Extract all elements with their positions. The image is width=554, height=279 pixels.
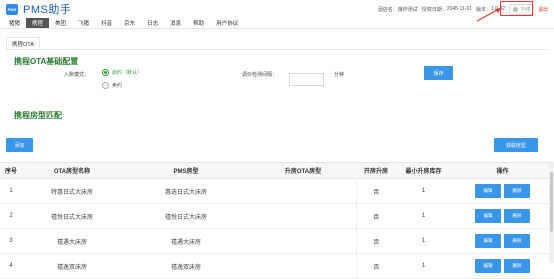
mode-option-default[interactable]: 启约（默认） bbox=[102, 69, 142, 76]
cell-open-upgrade: 否 bbox=[356, 178, 396, 204]
cell-actions: 编辑 删除 bbox=[451, 253, 554, 279]
room-mapping-table: 序号 OTA房型名称 PMS房型 升房OTA房型 开房升房 最小升房库存 操作 1 特惠日式大… bbox=[0, 162, 554, 279]
radio-unchecked-icon bbox=[102, 82, 109, 89]
row-actions: 编辑 删除 bbox=[451, 184, 554, 198]
tab-strip: 携程OTA bbox=[6, 37, 548, 50]
interval-unit: 分钟 bbox=[334, 72, 345, 78]
cell-open-upgrade: 否 bbox=[356, 228, 396, 254]
cell-ota: 禧遇大床房 bbox=[22, 228, 122, 254]
column-header: PMS房型 bbox=[122, 162, 250, 179]
mode-label: 入账模式： bbox=[64, 72, 90, 78]
save-button[interactable]: 保存 bbox=[424, 66, 453, 80]
cell-actions: 编辑 删除 bbox=[451, 203, 554, 229]
nav-item-6[interactable]: 日志 bbox=[141, 18, 164, 28]
column-header: OTA房型名称 bbox=[22, 162, 122, 179]
radio-checked-icon bbox=[102, 69, 109, 76]
cell-idx: 1 bbox=[0, 178, 22, 204]
tab-ctrip-ota[interactable]: 携程OTA bbox=[6, 37, 40, 49]
mode-option-sell[interactable]: 卖约 bbox=[102, 82, 122, 89]
row-actions: 编辑 删除 bbox=[451, 259, 554, 273]
nav-item-0[interactable]: 猪猪 bbox=[3, 18, 26, 28]
nav-item-9[interactable]: 用户协议 bbox=[210, 18, 244, 28]
cell-ota: 禧逸双床房 bbox=[22, 253, 122, 279]
nav-item-2[interactable]: 美团 bbox=[49, 18, 72, 28]
cell-idx: 2 bbox=[0, 203, 22, 229]
cell-ota: 特惠日式大床房 bbox=[22, 178, 122, 204]
cell-min-stock: 1 bbox=[396, 228, 451, 254]
add-button[interactable]: 添加 bbox=[6, 138, 33, 152]
nav-item-7[interactable]: 消息 bbox=[164, 18, 187, 28]
column-header: 操作 bbox=[451, 162, 554, 179]
delete-button[interactable]: 删除 bbox=[504, 209, 530, 223]
column-header: 最小升房库存 bbox=[396, 162, 451, 179]
column-header: 开房升房 bbox=[356, 162, 396, 179]
nav-item-4[interactable]: 抖音 bbox=[95, 18, 118, 28]
cell-open-upgrade: 否 bbox=[356, 253, 396, 279]
column-header: 升房OTA房型 bbox=[250, 162, 356, 179]
app-title: PMS助手 bbox=[23, 4, 72, 16]
scrollbar-thumb[interactable] bbox=[550, 172, 553, 232]
expire-label: 授权日期： bbox=[421, 6, 447, 13]
hotel-label: 酒店名： bbox=[377, 6, 398, 13]
column-header: 序号 bbox=[0, 162, 22, 179]
cell-pms: 惠选日式大床房 bbox=[122, 178, 250, 204]
delete-button[interactable]: 删除 bbox=[504, 234, 530, 248]
interval-label: 调价检测间隔： bbox=[242, 72, 278, 78]
row-actions: 编辑 删除 bbox=[451, 209, 554, 223]
nav-item-8[interactable]: 帮助 bbox=[187, 18, 210, 28]
table-row: 2 禧悦日式大床房 禧悦日式大床房否 1 编辑 删除 bbox=[0, 203, 554, 229]
mode-option-sell-label: 卖约 bbox=[112, 83, 123, 89]
fetch-room-types-button[interactable]: 获取房型 bbox=[494, 138, 538, 152]
nav-item-1[interactable]: 携程 bbox=[26, 18, 50, 28]
table-row: 1 特惠日式大床房 惠选日式大床房否 1 编辑 删除 bbox=[0, 178, 554, 204]
app-logo: PMS bbox=[6, 3, 18, 15]
nav-item-3[interactable]: 飞猪 bbox=[72, 18, 95, 28]
cell-upgrade-ota bbox=[250, 228, 357, 254]
mapping-section: 携程房型匹配 bbox=[0, 108, 554, 140]
config-title: 携程OTA基础配置 bbox=[14, 57, 79, 66]
nav-item-5[interactable]: 京东 bbox=[118, 18, 141, 28]
edit-button[interactable]: 编辑 bbox=[475, 184, 501, 198]
edit-button[interactable]: 编辑 bbox=[475, 234, 501, 248]
annotation-arrow-icon bbox=[476, 8, 501, 22]
cell-idx: 4 bbox=[0, 253, 22, 279]
cell-open-upgrade: 否 bbox=[356, 203, 396, 229]
cell-actions: 编辑 删除 bbox=[451, 178, 554, 204]
cell-min-stock: 1 bbox=[396, 203, 451, 229]
cell-actions: 编辑 删除 bbox=[451, 228, 554, 254]
row-actions: 编辑 删除 bbox=[451, 234, 554, 248]
config-section: 携程OTA基础配置 入账模式： 启约（默认） 卖约 调价检测间隔： 分钟 保存 bbox=[0, 50, 554, 94]
table-header-row: 序号 OTA房型名称 PMS房型 升房OTA房型 开房升房 最小升房库存 操作 bbox=[0, 162, 554, 179]
mapping-title: 携程房型匹配 bbox=[14, 111, 62, 120]
hotel-name: 爆炸测试 bbox=[397, 6, 418, 13]
cell-min-stock: 1 bbox=[396, 253, 451, 279]
cell-upgrade-ota bbox=[250, 178, 357, 204]
cell-idx: 3 bbox=[0, 228, 22, 254]
cell-min-stock: 1 bbox=[396, 178, 451, 204]
cell-upgrade-ota bbox=[250, 253, 357, 279]
logout-link[interactable]: 退出 bbox=[538, 6, 548, 13]
expire-date: 2045-11-01 bbox=[446, 6, 473, 12]
table-row: 4 禧逸双床房 禧逸双床房否 1 编辑 删除 bbox=[0, 253, 554, 279]
mode-option-default-label: 启约（默认） bbox=[112, 70, 143, 76]
delete-button[interactable]: 删除 bbox=[504, 184, 530, 198]
cell-ota: 禧悦日式大床房 bbox=[22, 203, 122, 229]
cell-upgrade-ota bbox=[250, 203, 357, 229]
delete-button[interactable]: 删除 bbox=[504, 259, 530, 273]
edit-button[interactable]: 编辑 bbox=[475, 259, 501, 273]
cell-pms: 禧遇大床房 bbox=[122, 228, 250, 254]
cell-pms: 禧悦日式大床房 bbox=[122, 203, 250, 229]
edit-button[interactable]: 编辑 bbox=[475, 209, 501, 223]
table-row: 3 禧遇大床房 禧遇大床房否 1 编辑 删除 bbox=[0, 228, 554, 254]
top-bar: PMS PMS助手 酒店名：爆炸测试 授权日期：2045-11-01 版本：1.… bbox=[0, 0, 554, 18]
cell-pms: 禧逸双床房 bbox=[122, 253, 250, 279]
main-nav: 猪猪 携程 美团 飞猪 抖音 京东 日志 消息 帮助 用户协议 bbox=[0, 18, 554, 29]
annotation-highlight-box bbox=[500, 1, 533, 16]
interval-input[interactable] bbox=[289, 73, 324, 86]
